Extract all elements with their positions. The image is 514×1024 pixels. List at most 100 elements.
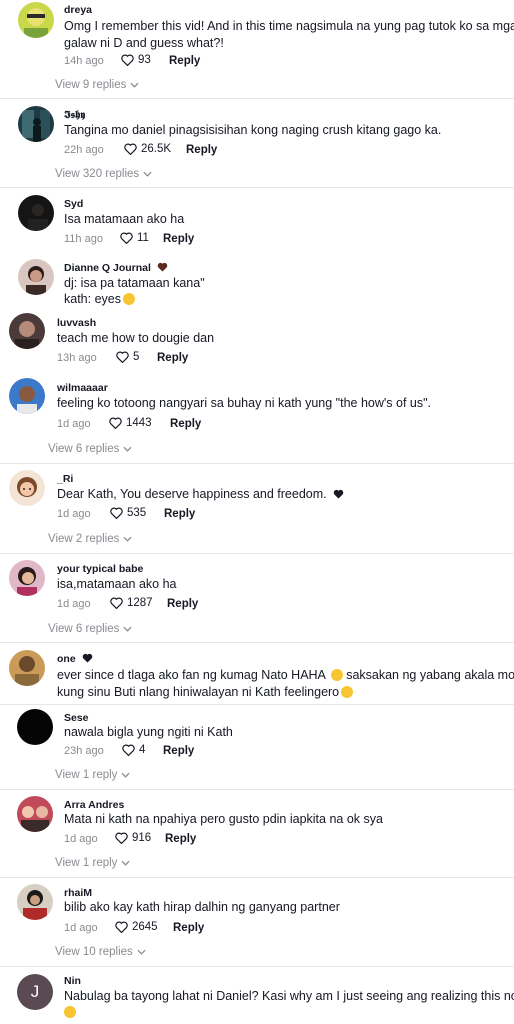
comment-text [64,1004,76,1020]
commenter-name[interactable]: _Ri [57,473,73,485]
like-button[interactable]: 916 [115,832,151,844]
comment-text: teach me how to dougie dan [57,331,215,345]
avatar-letter: J [30,982,40,1001]
reply-button[interactable]: Reply [164,508,195,520]
comment-text-line: kung sinu Buti nlang hiniwalayan ni Kath… [57,685,340,699]
reply-button[interactable]: Reply [163,745,194,757]
commenter-name[interactable]: your typical babe [57,563,143,575]
like-button[interactable]: 5 [116,351,139,363]
laughing-emoji-icon [341,686,354,698]
comment-text: Tangina mo daniel pinagsisisihan kong na… [64,123,442,137]
reply-button[interactable]: Reply [165,833,196,845]
reply-button[interactable]: Reply [169,55,200,67]
avatar[interactable] [9,313,45,349]
avatar[interactable] [17,796,53,832]
view-replies-label: View 2 replies [48,533,120,545]
avatar[interactable] [18,106,54,142]
heart-icon [109,417,122,429]
like-button[interactable]: 1443 [109,417,152,429]
like-count: 5 [133,351,140,363]
commenter-name[interactable]: Arra Andres [64,799,124,811]
commenter-name[interactable]: 𝕴𝖘𝖍𝖞 [64,109,85,122]
reply-button[interactable]: Reply [157,352,188,364]
chevron-down-icon [137,949,146,955]
comment-text: bilib ako kay kath hirap dalhin ng ganya… [64,900,340,914]
like-button[interactable]: 26.5K [124,143,171,155]
avatar[interactable]: J [17,974,53,1010]
comment-timestamp: 1d ago [57,598,91,610]
avatar[interactable] [9,650,45,686]
reply-button[interactable]: Reply [186,144,217,156]
avatar[interactable] [18,2,54,38]
commenter-name[interactable]: Syd [64,198,83,210]
comment-timestamp: 13h ago [57,352,97,364]
avatar[interactable] [9,470,45,506]
view-replies-button[interactable]: View 1 reply [55,857,130,869]
view-replies-button[interactable]: View 2 replies [48,533,132,545]
crying-emoji-icon [64,1006,76,1018]
chevron-down-icon [123,626,132,632]
view-replies-label: View 6 replies [48,623,120,635]
comment-timestamp: 1d ago [64,833,98,845]
view-replies-button[interactable]: View 9 replies [55,79,139,91]
comment-timestamp: 1d ago [64,922,98,934]
view-replies-button[interactable]: View 6 replies [48,623,132,635]
avatar[interactable] [17,884,53,920]
commenter-name[interactable]: wilmaaaar [57,382,108,394]
like-button[interactable]: 535 [110,507,146,519]
view-replies-label: View 9 replies [55,79,127,91]
comment-text: ever since d tlaga ako fan ng kumag Nato… [57,667,514,683]
like-count: 1443 [126,417,152,429]
commenter-name[interactable]: dreya [64,4,92,16]
chevron-down-icon [123,446,132,452]
comment-text-line: ever since d tlaga ako fan ng kumag Nato… [57,668,326,682]
reply-button[interactable]: Reply [173,922,204,934]
divider [0,553,514,554]
view-replies-button[interactable]: View 10 replies [55,946,146,958]
avatar[interactable] [9,378,45,414]
like-button[interactable]: 2645 [115,921,158,933]
commenter-name[interactable]: rhaiM [64,887,92,899]
laughing-emoji-icon [330,669,343,681]
divider [0,877,514,878]
commenter-name[interactable]: one [57,653,93,665]
divider [0,98,514,99]
commenter-name[interactable]: Sese [64,712,89,724]
divider [0,187,514,188]
chevron-down-icon [123,536,132,542]
commenter-name-text: Dianne Q Journal [64,262,151,274]
like-count: 1287 [127,597,153,609]
avatar[interactable] [18,195,54,231]
divider [0,704,514,705]
comment-text: nawala bigla yung ngiti ni Kath [64,725,233,739]
comment-text-line: saksakan ng yabang akala mo [346,668,514,682]
heart-icon [124,143,137,155]
heart-icon [110,597,123,609]
reply-button[interactable]: Reply [163,233,194,245]
comment-timestamp: 14h ago [64,55,104,67]
commenter-name-text: one [57,653,76,665]
reply-button[interactable]: Reply [170,418,201,430]
crying-emoji-icon [122,293,135,305]
view-replies-button[interactable]: View 320 replies [55,168,152,180]
like-button[interactable]: 11 [120,232,149,244]
view-replies-label: View 10 replies [55,946,133,958]
view-replies-label: View 320 replies [55,168,140,180]
commenter-name[interactable]: luvvash [57,317,96,329]
comment-text: feeling ko totoong nangyari sa buhay ni … [57,396,432,410]
comment-text: isa,matamaan ako ha [57,577,177,591]
like-button[interactable]: 4 [122,744,145,756]
like-button[interactable]: 93 [121,54,151,66]
commenter-name[interactable]: Dianne Q Journal [64,262,168,274]
avatar[interactable] [18,259,54,295]
like-button[interactable]: 1287 [110,597,153,609]
like-count: 93 [138,54,151,66]
comment-text: dj: isa pa tatamaan kana" [64,276,205,290]
view-replies-button[interactable]: View 6 replies [48,443,132,455]
avatar[interactable] [9,560,45,596]
avatar[interactable] [17,709,53,745]
comment-timestamp: 22h ago [64,144,104,156]
reply-button[interactable]: Reply [167,598,198,610]
commenter-name[interactable]: Nin [64,975,81,987]
view-replies-button[interactable]: View 1 reply [55,769,130,781]
